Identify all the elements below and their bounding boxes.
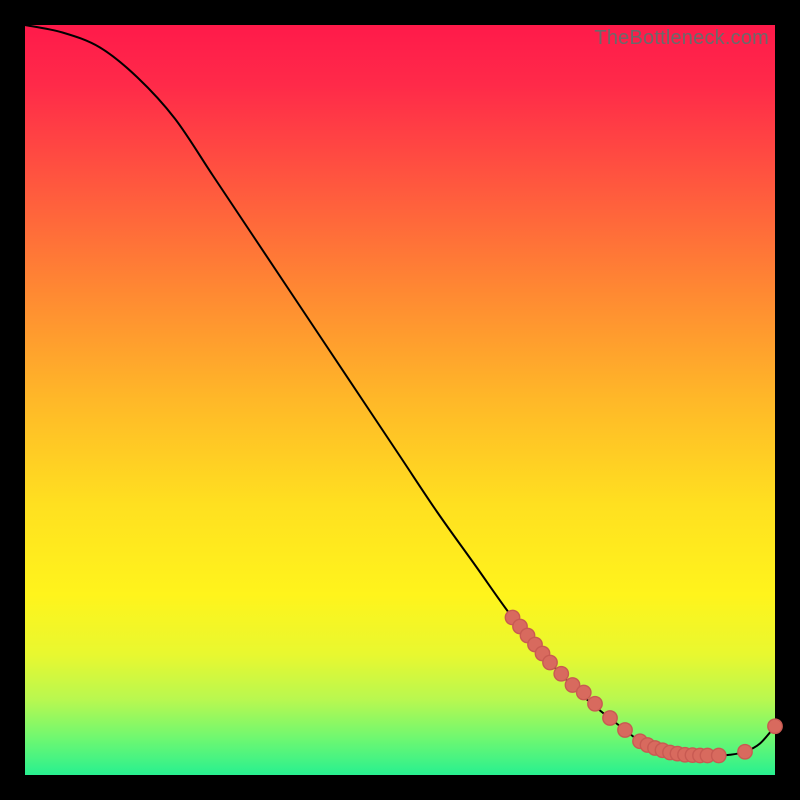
chart-svg	[25, 25, 775, 775]
bottleneck-curve	[25, 25, 775, 756]
highlight-dots	[505, 610, 782, 762]
chart-container: TheBottleneck.com	[0, 0, 800, 800]
plot-area: TheBottleneck.com	[25, 25, 775, 775]
